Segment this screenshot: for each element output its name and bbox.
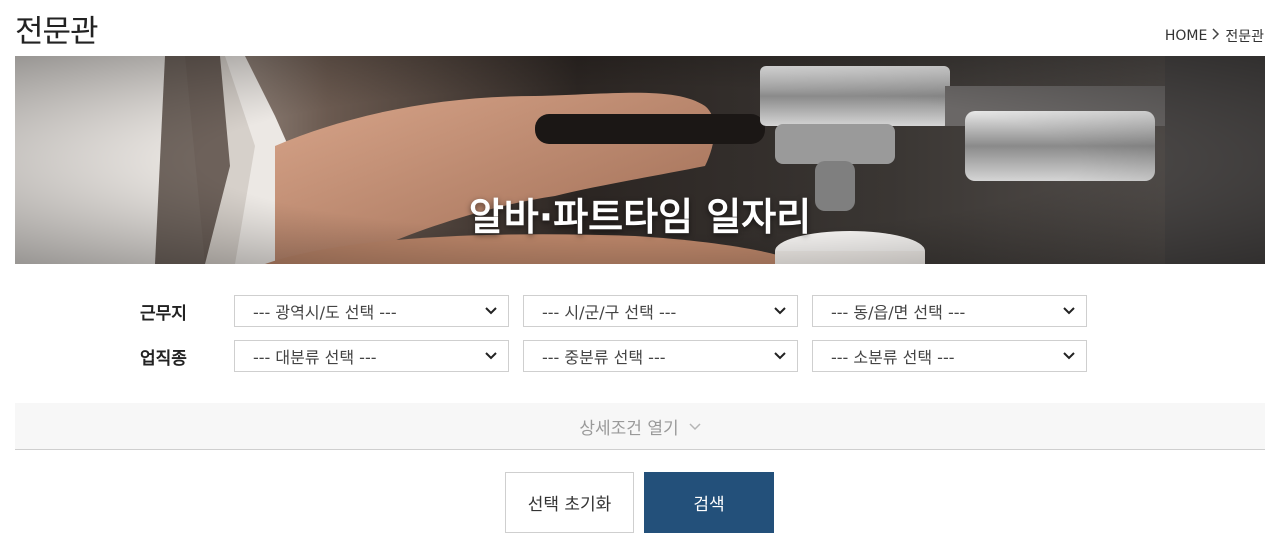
chevron-down-icon [484, 349, 498, 363]
location-filter-label: 근무지 [140, 303, 187, 324]
job-filter-label: 업직종 [140, 348, 187, 369]
reset-selection-button[interactable]: 선택 초기화 [505, 472, 634, 533]
detail-conditions-toggle[interactable]: 상세조건 열기 [15, 403, 1265, 450]
major-category-select-value: --- 대분류 선택 --- [253, 348, 377, 367]
town-select-value: --- 동/읍/면 선택 --- [831, 303, 966, 322]
search-button[interactable]: 검색 [644, 472, 774, 533]
minor-category-select[interactable]: --- 소분류 선택 --- [812, 340, 1087, 372]
minor-category-select-value: --- 소분류 선택 --- [831, 348, 955, 367]
breadcrumb-current: 전문관 [1225, 29, 1264, 45]
town-select[interactable]: --- 동/읍/면 선택 --- [812, 295, 1087, 327]
city-select[interactable]: --- 시/군/구 선택 --- [523, 295, 798, 327]
detail-conditions-label: 상세조건 열기 [579, 418, 679, 439]
middle-category-select[interactable]: --- 중분류 선택 --- [523, 340, 798, 372]
city-select-value: --- 시/군/구 선택 --- [542, 303, 677, 322]
chevron-down-icon [773, 349, 787, 363]
province-select-value: --- 광역시/도 선택 --- [253, 303, 397, 322]
chevron-right-icon [1212, 28, 1220, 44]
breadcrumb: HOME 전문관 [1165, 26, 1264, 46]
chevron-down-icon [1062, 349, 1076, 363]
chevron-down-icon [484, 304, 498, 318]
location-filter-row: 근무지 --- 광역시/도 선택 --- --- 시/군/구 선택 --- --… [140, 295, 1101, 327]
chevron-down-icon [1062, 304, 1076, 318]
middle-category-select-value: --- 중분류 선택 --- [542, 348, 666, 367]
page-title: 전문관 [15, 14, 99, 50]
job-filter-row: 업직종 --- 대분류 선택 --- --- 중분류 선택 --- --- 소분… [140, 340, 1101, 372]
breadcrumb-home-link[interactable]: HOME [1165, 28, 1207, 44]
chevron-down-icon [773, 304, 787, 318]
chevron-down-icon [689, 416, 701, 436]
province-select[interactable]: --- 광역시/도 선택 --- [234, 295, 509, 327]
banner-title: 알바·파트타임 일자리 [468, 195, 812, 239]
major-category-select[interactable]: --- 대분류 선택 --- [234, 340, 509, 372]
banner-image: 알바·파트타임 일자리 [15, 56, 1265, 264]
